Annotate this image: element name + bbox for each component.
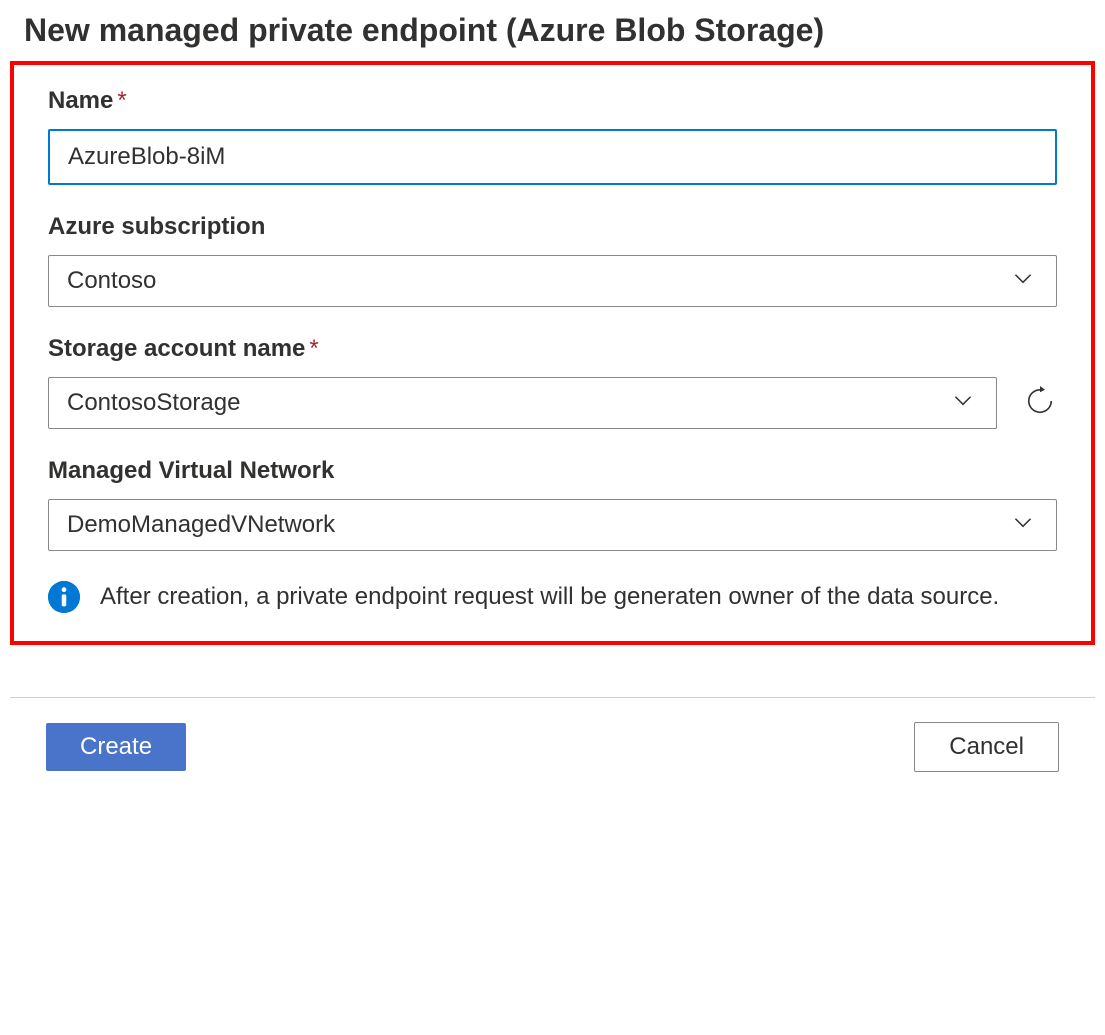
name-label: Name*	[48, 87, 1057, 115]
field-storage-account: Storage account name* ContosoStorage	[48, 335, 1057, 429]
name-label-text: Name	[48, 87, 113, 114]
field-name: Name*	[48, 87, 1057, 185]
subscription-label: Azure subscription	[48, 213, 1057, 241]
info-message: After creation, a private endpoint reque…	[48, 579, 1057, 615]
create-button[interactable]: Create	[46, 723, 186, 771]
chevron-down-icon	[1010, 265, 1036, 298]
action-bar: Create Cancel	[0, 698, 1105, 796]
refresh-icon	[1025, 386, 1055, 421]
managed-vnet-select[interactable]: DemoManagedVNetwork	[48, 499, 1057, 551]
subscription-value: Contoso	[67, 267, 156, 295]
subscription-select[interactable]: Contoso	[48, 255, 1057, 307]
chevron-down-icon	[950, 387, 976, 420]
storage-account-label: Storage account name*	[48, 335, 1057, 363]
cancel-button[interactable]: Cancel	[914, 722, 1059, 772]
storage-account-value: ContosoStorage	[67, 389, 240, 417]
field-managed-vnet: Managed Virtual Network DemoManagedVNetw…	[48, 457, 1057, 551]
form-highlight-area: Name* Azure subscription Contoso Storage…	[10, 61, 1095, 645]
name-input[interactable]	[48, 129, 1057, 185]
info-text: After creation, a private endpoint reque…	[100, 579, 999, 615]
storage-account-label-text: Storage account name	[48, 335, 305, 362]
required-marker: *	[309, 335, 318, 362]
page-title: New managed private endpoint (Azure Blob…	[0, 12, 1105, 61]
chevron-down-icon	[1010, 509, 1036, 542]
field-subscription: Azure subscription Contoso	[48, 213, 1057, 307]
managed-vnet-label: Managed Virtual Network	[48, 457, 1057, 485]
storage-account-select[interactable]: ContosoStorage	[48, 377, 997, 429]
managed-vnet-value: DemoManagedVNetwork	[67, 511, 335, 539]
refresh-button[interactable]	[1023, 386, 1057, 420]
required-marker: *	[117, 87, 126, 114]
info-icon	[48, 581, 80, 613]
